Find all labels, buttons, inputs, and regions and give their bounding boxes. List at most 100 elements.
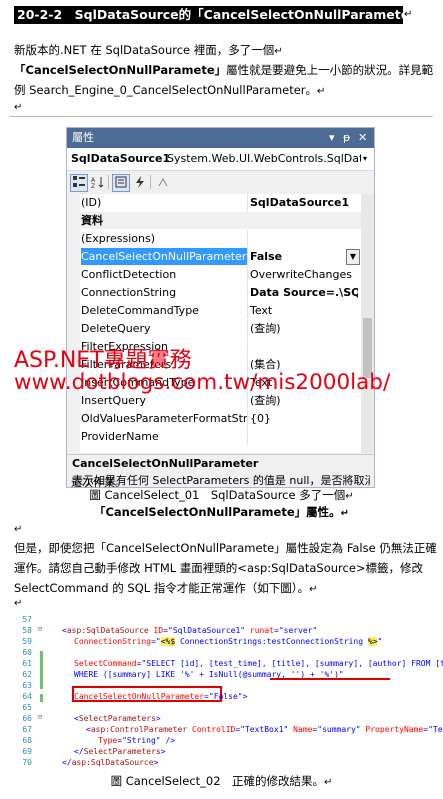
property-pages-icon[interactable]	[154, 174, 172, 192]
code-line: ConnectionString="<%$ ConnectionStrings:…	[74, 637, 383, 646]
properties-window: 屬性 ▾ ᵽ ✕ SqlDataSource1 System.Web.UI.We…	[66, 127, 375, 488]
property-name: (ID)	[81, 196, 102, 209]
change-bar	[40, 651, 43, 689]
property-value[interactable]: Text	[250, 302, 358, 319]
intro-line-2: 「CancelSelectOnNullParamete」屬性就是要避免上一小節的…	[14, 63, 434, 77]
watermark-line-2: www.dotblogs.com.tw/mis2000lab/	[14, 370, 391, 395]
line-number: 61	[22, 659, 32, 668]
chevron-down-icon[interactable]: ▾	[363, 148, 367, 170]
property-name: ProviderName	[81, 430, 159, 443]
property-row[interactable]: (ID) SqlDataSource1	[67, 194, 361, 211]
code-line: <asp:ControlParameter ControlID="TextBox…	[86, 725, 443, 734]
svg-text:Z: Z	[91, 183, 95, 189]
column-divider	[247, 338, 248, 355]
paragraph-mark: ↵	[404, 9, 413, 20]
figure-caption-1-line-2: 「CancelSelectOnNullParamete」屬性。↵	[93, 505, 350, 519]
code-line: </SelectParameters>	[74, 747, 166, 756]
column-divider	[247, 194, 248, 211]
divider	[10, 116, 433, 117]
column-divider	[247, 284, 248, 301]
description-title: CancelSelectOnNullParameter	[72, 457, 259, 470]
grid-gutter	[67, 194, 80, 453]
property-row[interactable]: OldValuesParameterFormatString {0}	[67, 410, 361, 427]
properties-icon[interactable]	[112, 174, 130, 192]
property-name: DeleteCommandType	[81, 304, 199, 317]
close-icon[interactable]: ✕	[358, 128, 367, 148]
column-divider	[247, 428, 248, 445]
object-name: SqlDataSource1	[71, 152, 171, 165]
fold-icon[interactable]: ⊟	[38, 625, 42, 633]
fold-icon[interactable]: ⊟	[38, 713, 42, 721]
section-heading: 20-2-2 SqlDataSource的「CancelSelectOnNull…	[14, 6, 403, 24]
properties-toolbar: AZ	[67, 171, 374, 193]
line-number: 64	[22, 692, 32, 701]
code-editor: 57 58 ⊟ <asp:SqlDataSource ID="SqlDataSourc…	[18, 611, 443, 768]
line-number: 62	[22, 670, 32, 679]
property-value[interactable]: SqlDataSource1	[250, 194, 358, 211]
property-row[interactable]: (Expressions)	[67, 230, 361, 247]
column-divider	[247, 248, 248, 265]
code-line: <asp:SqlDataSource ID="SqlDataSource1" r…	[62, 626, 318, 635]
property-name: 資料	[81, 214, 103, 227]
paragraph-mark: ↵	[14, 524, 23, 535]
column-divider	[247, 230, 248, 247]
property-name: CancelSelectOnNullParameter	[81, 248, 247, 265]
dropdown-icon[interactable]: ▾	[329, 128, 335, 148]
line-number: 69	[22, 747, 32, 756]
property-row[interactable]: CancelSelectOnNullParameter False ▼	[67, 248, 361, 265]
line-number: 63	[22, 681, 32, 690]
body-line-3: SelectCommand 的 SQL 指令才能正常運作（如下圖）。↵	[14, 581, 318, 595]
line-number: 57	[22, 615, 32, 624]
paragraph-mark: ↵	[14, 102, 23, 113]
property-value[interactable]: OverwriteChanges	[250, 266, 358, 283]
category-row[interactable]: 資料⊟	[67, 212, 361, 229]
object-type: System.Web.UI.WebControls.SqlDataSou	[167, 152, 361, 165]
property-row[interactable]: DeleteCommandType Text	[67, 302, 361, 319]
body-line-1: 但是，即使您把「CancelSelectOnNullParamete」屬性設定為…	[14, 541, 437, 555]
dropdown-arrow-icon[interactable]: ▼	[346, 249, 360, 265]
change-bar	[40, 694, 43, 702]
intro-line-1: 新版本的.NET 在 SqlDataSource 裡面，多了一個↵	[14, 43, 283, 57]
property-name: ConnectionString	[81, 286, 177, 299]
intro-line-3: 例 Search_Engine_0_CancelSelectOnNullPara…	[14, 83, 326, 97]
scrollbar-thumb[interactable]	[363, 318, 372, 378]
property-row[interactable]: ConflictDetection OverwriteChanges	[67, 266, 361, 283]
categorized-icon[interactable]	[70, 174, 88, 192]
property-row[interactable]: ProviderName	[67, 428, 361, 445]
properties-titlebar: 屬性 ▾ ᵽ ✕	[67, 128, 374, 148]
figure-caption-2: 圖 CancelSelect_02 正確的修改結果。↵	[110, 774, 333, 788]
column-divider	[247, 302, 248, 319]
line-number: 58	[22, 626, 32, 635]
code-line: </asp:SqlDataSource>	[62, 758, 159, 767]
property-value[interactable]: False	[250, 248, 358, 265]
property-name: (Expressions)	[81, 232, 156, 245]
property-name: ConflictDetection	[81, 268, 177, 281]
property-grid: (ID) SqlDataSource1資料⊟ (Expressions) Cancel…	[67, 194, 374, 453]
code-line: Type="String" />	[98, 736, 176, 745]
line-number: 70	[22, 758, 32, 767]
property-value[interactable]: {0}	[250, 410, 358, 427]
code-line: WHERE ([summary] LIKE '%' + IsNull(@summ…	[74, 670, 344, 679]
events-icon[interactable]	[131, 174, 149, 192]
property-row[interactable]: ConnectionString Data Source=.\SQLEx	[67, 284, 361, 301]
paragraph-mark: ↵	[14, 598, 23, 609]
property-value[interactable]: Data Source=.\SQLEx	[250, 284, 358, 301]
alphabetical-icon[interactable]: AZ	[89, 174, 107, 192]
code-line: SelectCommand="SELECT [id], [test_time],…	[74, 659, 443, 668]
column-divider	[247, 410, 248, 427]
properties-title: 屬性	[72, 131, 94, 144]
object-selector[interactable]: SqlDataSource1 System.Web.UI.WebControls…	[67, 148, 374, 171]
pin-icon[interactable]: ᵽ	[343, 128, 350, 148]
property-name: OldValuesParameterFormatString	[81, 412, 247, 425]
property-row[interactable]: DeleteQuery (查詢)	[67, 320, 361, 337]
line-number: 68	[22, 736, 32, 745]
code-line: <SelectParameters>	[74, 714, 161, 723]
body-line-2: 運作。請您自己動手修改 HTML 畫面裡頭的<asp:SqlDataSource…	[14, 561, 424, 575]
line-number: 59	[22, 637, 32, 646]
column-divider	[247, 266, 248, 283]
column-divider	[247, 320, 248, 337]
line-number: 65	[22, 703, 32, 712]
code-line: CancelSelectOnNullParameter="False">	[74, 692, 248, 701]
property-value[interactable]: (查詢)	[250, 320, 358, 337]
property-name: DeleteQuery	[81, 322, 151, 335]
